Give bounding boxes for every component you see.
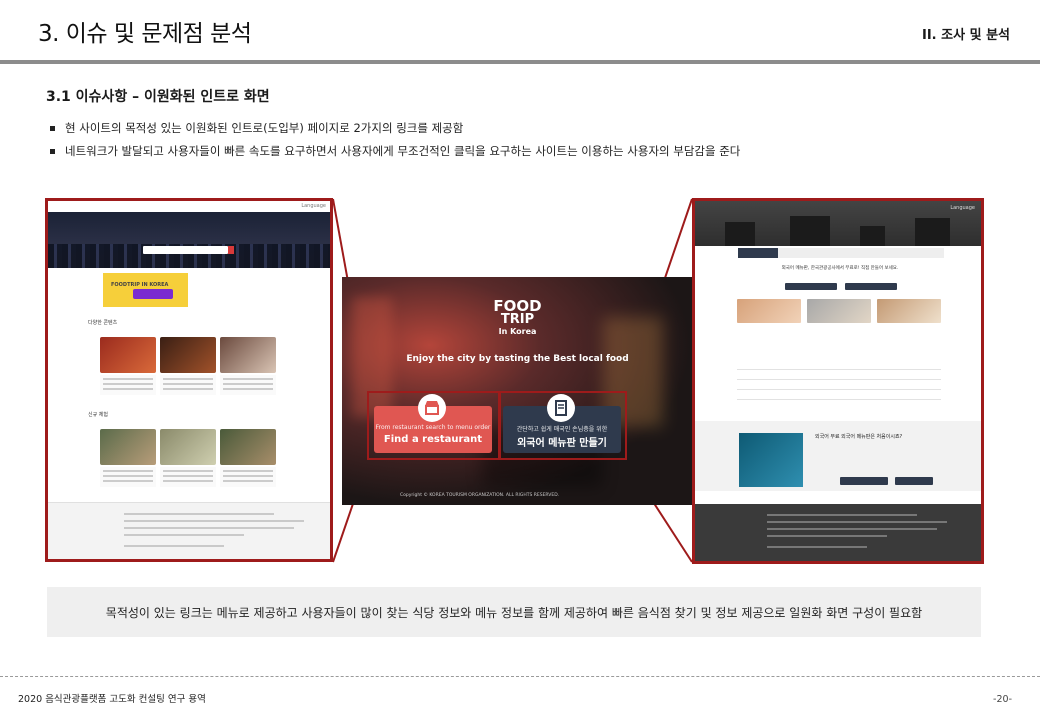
place-thumbnail (220, 429, 276, 465)
summary-text: 목적성이 있는 링크는 메뉴로 제공하고 사용자들이 많이 찾는 식당 정보와 … (105, 606, 923, 620)
banner-text: FOODTRIP IN KOREA (111, 282, 169, 288)
banner-badge (133, 289, 173, 299)
content-card (100, 467, 156, 487)
site-footer (48, 502, 330, 559)
content-card (160, 467, 216, 487)
notice-text: 외국어 메뉴판, 한국관광공사에서 무료로! 직접 만들어 보세요. (781, 266, 899, 271)
section-tag: II. 조사 및 분석 (922, 28, 1010, 43)
language-link: Language (48, 201, 330, 212)
main-page-screenshot: Language FOODTRIP IN KOREA 다양한 콘텐츠 신규 체험 (45, 198, 333, 562)
content-card (220, 375, 276, 395)
cta-button (840, 477, 888, 485)
footer-title: 2020 음식관광플랫폼 고도화 컨설팅 연구 용역 (18, 694, 206, 705)
content-card (100, 375, 156, 395)
download-menu-bar (845, 283, 897, 290)
tab-bar (738, 248, 944, 258)
guide-banner: FOODTRIP IN KOREA (103, 273, 188, 307)
logo-line-korea: In Korea (498, 327, 537, 336)
language-link: Language (950, 205, 975, 211)
bullet-icon (50, 149, 55, 154)
video-player[interactable] (739, 433, 803, 487)
create-menu-bar (785, 283, 837, 290)
place-thumbnail (100, 429, 156, 465)
search-bar (143, 246, 234, 254)
highlight-box-restaurant (367, 391, 500, 460)
food-thumbnail (100, 337, 156, 373)
hero-image (48, 212, 330, 268)
tagline: Enjoy the city by tasting the Best local… (406, 354, 629, 364)
photo (807, 299, 871, 323)
footer-divider (0, 676, 1040, 677)
bullet-text: 현 사이트의 목적성 있는 이원화된 인트로(도입부) 페이지로 2가지의 링크… (65, 121, 464, 135)
header-divider (0, 60, 1040, 64)
logo-line-trip: TRIP (500, 312, 535, 327)
place-thumbnail (160, 429, 216, 465)
bullet-item: 현 사이트의 목적성 있는 이원화된 인트로(도입부) 페이지로 2가지의 링크… (50, 120, 463, 136)
section-label: 다양한 콘텐츠 (88, 320, 118, 326)
food-thumbnail (160, 337, 216, 373)
food-thumbnail (220, 337, 276, 373)
bullet-item: 네트워크가 발달되고 사용자들이 빠른 속도를 요구하면서 사용자에게 무조건적… (50, 143, 740, 159)
highlight-box-menu (499, 391, 627, 460)
bullet-text: 네트워크가 발달되고 사용자들이 빠른 속도를 요구하면서 사용자에게 무조건적… (65, 144, 741, 158)
cta-button (895, 477, 933, 485)
section-subtitle: 3.1 이슈사항 – 이원화된 인트로 화면 (46, 89, 270, 105)
page-number: -20- (993, 694, 1012, 705)
site-footer (695, 504, 981, 561)
hero-image: Language (695, 201, 981, 246)
photo (737, 299, 801, 323)
video-title: 외국어 무료 외국어 메뉴판은 처음이시죠? (815, 434, 903, 440)
photo (877, 299, 941, 323)
page-title: 3. 이슈 및 문제점 분석 (38, 21, 252, 47)
bullet-icon (50, 126, 55, 131)
menu-service-screenshot: Language 외국어 메뉴판, 한국관광공사에서 무료로! 직접 만들어 보… (692, 198, 984, 564)
copyright-text: Copyright © KOREA TOURISM ORGANIZATION. … (400, 493, 560, 498)
video-section (695, 421, 981, 491)
content-card (220, 467, 276, 487)
summary-box: 목적성이 있는 링크는 메뉴로 제공하고 사용자들이 많이 찾는 식당 정보와 … (47, 587, 981, 637)
content-card (160, 375, 216, 395)
section-label: 신규 체험 (88, 412, 108, 418)
